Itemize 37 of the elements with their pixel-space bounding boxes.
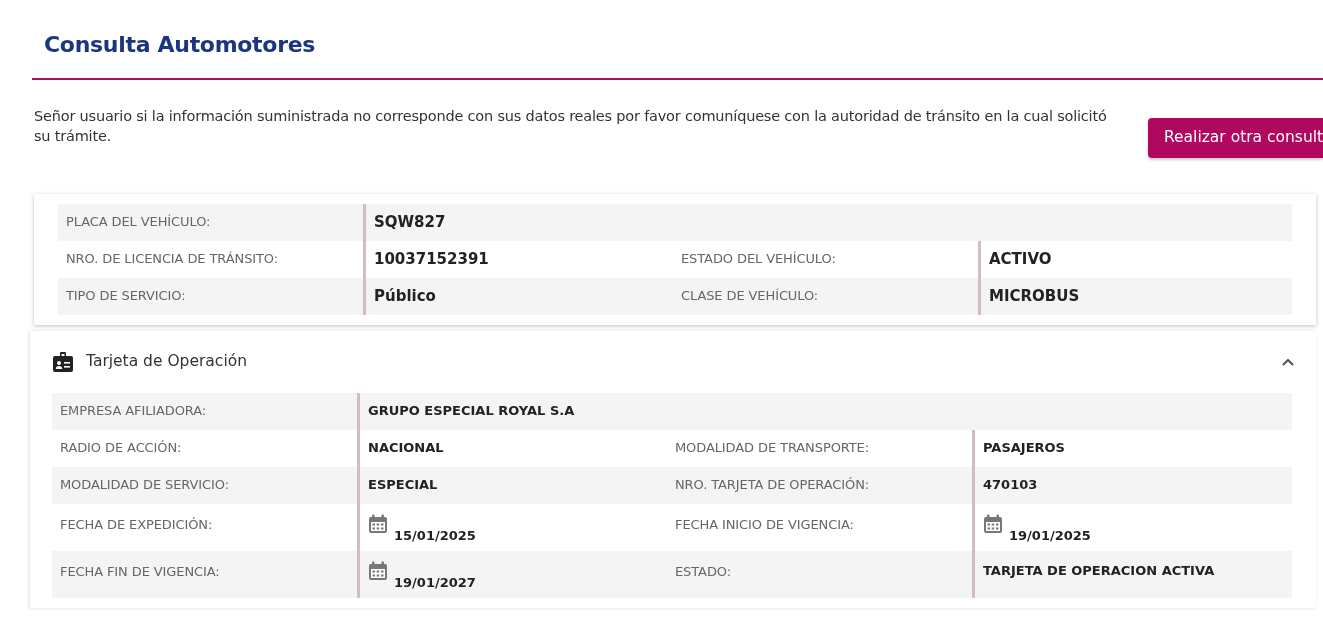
field-label: EMPRESA AFILIADORA: xyxy=(59,402,208,421)
calendar-icon xyxy=(368,560,388,581)
field-label: NRO. DE LICENCIA DE TRÁNSITO: xyxy=(65,250,280,269)
field-value: SQW827 xyxy=(374,211,446,233)
section-title: Tarjeta de Operación xyxy=(86,351,247,372)
field-value: Público xyxy=(374,285,436,307)
field-label: ESTADO: xyxy=(674,562,732,581)
field-label: FECHA INICIO DE VIGENCIA: xyxy=(674,515,855,534)
field-value: 10037152391 xyxy=(374,248,489,270)
notice-text: Señor usuario si la información suministrada no corresponde con sus datos reales por favor comuníquese con la autoridad de tránsito en la cual solicitó su trámite. xyxy=(34,107,1108,147)
field-value: PASAJEROS xyxy=(983,439,1065,458)
field-label: MODALIDAD DE TRANSPORTE: xyxy=(674,439,870,458)
field-value: 19/01/2027 xyxy=(394,573,476,592)
field-value: ACTIVO xyxy=(989,248,1052,270)
field-label: ESTADO DEL VEHÍCULO: xyxy=(680,250,837,269)
page-title: Consulta Automotores xyxy=(44,32,317,59)
field-value: MICROBUS xyxy=(989,285,1080,307)
field-value: ESPECIAL xyxy=(368,476,438,495)
field-label: PLACA DEL VEHÍCULO: xyxy=(65,213,212,232)
field-label: FECHA DE EXPEDICIÓN: xyxy=(59,515,214,534)
field-value: NACIONAL xyxy=(368,439,444,458)
field-label: TIPO DE SERVICIO: xyxy=(65,287,187,306)
calendar-icon xyxy=(368,513,388,534)
calendar-icon xyxy=(983,513,1003,534)
collapse-icon[interactable] xyxy=(1282,357,1294,366)
field-label: CLASE DE VEHÍCULO: xyxy=(680,287,820,306)
new-query-button[interactable]: Realizar otra consult xyxy=(1148,118,1323,158)
field-value: 470103 xyxy=(983,476,1038,495)
field-value: TARJETA DE OPERACION ACTIVA xyxy=(983,561,1215,580)
field-value: 19/01/2025 xyxy=(1009,526,1091,545)
field-label: NRO. TARJETA DE OPERACIÓN: xyxy=(674,476,871,495)
field-label: RADIO DE ACCIÓN: xyxy=(59,439,183,458)
field-value: GRUPO ESPECIAL ROYAL S.A xyxy=(368,402,575,421)
field-label: FECHA FIN DE VIGENCIA: xyxy=(59,562,221,581)
id-badge-icon xyxy=(52,350,74,373)
field-value: 15/01/2025 xyxy=(394,526,476,545)
field-label: MODALIDAD DE SERVICIO: xyxy=(59,476,230,495)
